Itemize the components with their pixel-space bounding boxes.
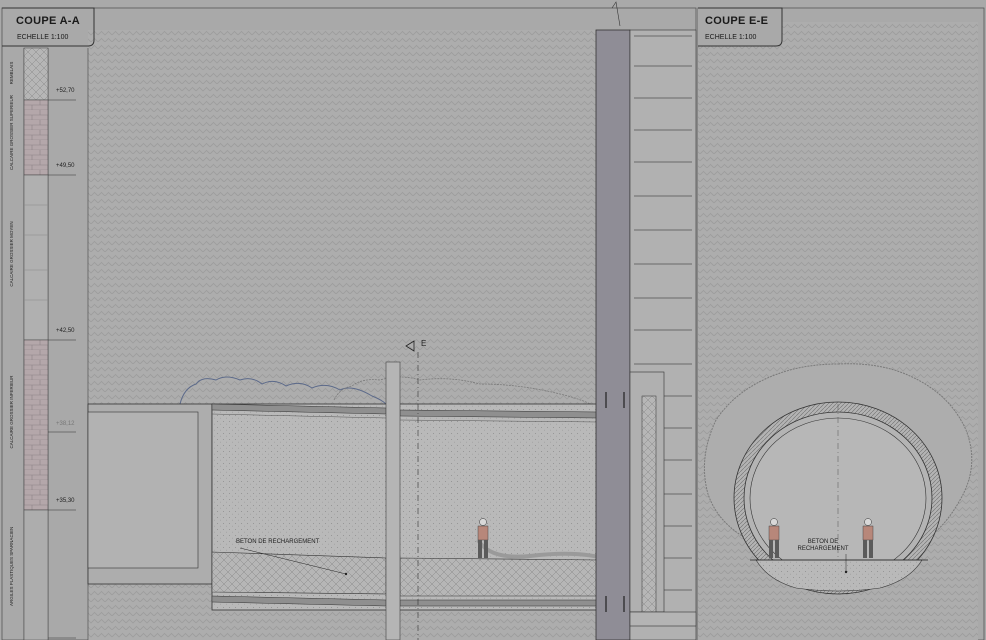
- level-label: +35,30: [56, 498, 75, 504]
- section-a-scale: ECHELLE 1:100: [17, 34, 69, 41]
- section-e-title: COUPE E-E: [705, 15, 769, 27]
- section-a-title: COUPE A-A: [16, 15, 81, 27]
- beton-label: BETON DE RECHARGEMENT: [236, 539, 320, 545]
- level-label: +42,50: [56, 328, 75, 334]
- stratum-label: CALCAIRE GROSSIER MOYEN: [9, 221, 14, 287]
- stratum-label: ARGILES PLASTIQUES SPARNACIEN: [9, 526, 14, 606]
- section-a-a: [1, 1, 697, 640]
- level-label: +52,70: [56, 88, 75, 94]
- section-cut-marker: E: [421, 339, 427, 348]
- stratum-label: CALCAIRE GROSSIER INFERIEUR: [9, 375, 14, 449]
- level-label: +38,12: [56, 421, 75, 427]
- stratum-label: REMBLAIS: [9, 61, 14, 85]
- section-e-scale: ECHELLE 1:100: [705, 34, 757, 41]
- beton-label: BETON DE RECHARGEMENT: [797, 539, 849, 552]
- stratum-label: CALCAIRE GROSSIER SUPERIEUR: [9, 94, 14, 170]
- level-label: +49,50: [56, 163, 75, 169]
